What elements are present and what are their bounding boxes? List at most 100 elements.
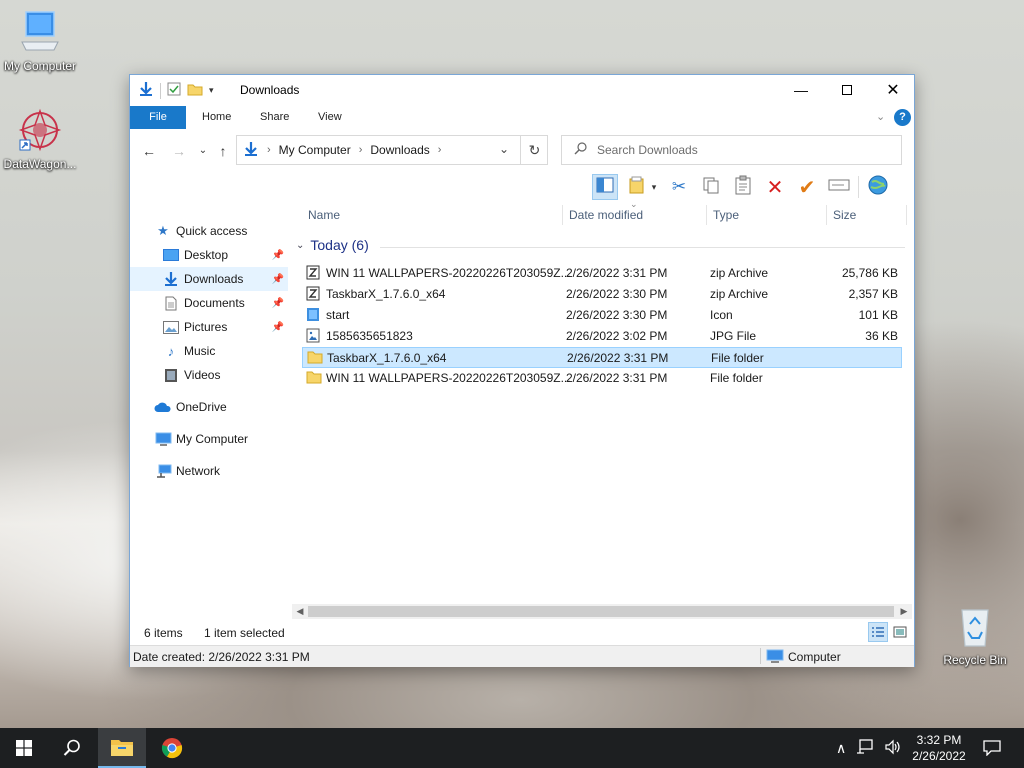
location-label: Computer [788, 650, 841, 664]
scroll-right-button[interactable]: ▶ [896, 604, 912, 619]
new-item-button[interactable]: ▾ [624, 174, 660, 200]
item-count: 6 items [144, 626, 183, 640]
horizontal-scrollbar[interactable]: ◀ ▶ [292, 604, 912, 619]
minimize-button[interactable]: — [778, 75, 824, 105]
breadcrumb-separator-icon[interactable]: › [438, 144, 442, 156]
checkmark-icon: ✔ [798, 176, 816, 199]
customize-dropdown-icon[interactable]: ▾ [209, 85, 214, 96]
file-size: 36 KB [865, 329, 898, 343]
copy-button[interactable] [698, 174, 724, 200]
delete-button[interactable]: ✕ [762, 174, 788, 200]
preview-pane-button[interactable] [592, 174, 618, 200]
column-header-date[interactable]: Date modified [569, 203, 643, 227]
volume-icon[interactable] [884, 739, 902, 758]
breadcrumb-separator-icon[interactable]: › [267, 144, 271, 156]
properties-icon[interactable] [167, 82, 181, 99]
nav-quick-access[interactable]: ★ Quick access [154, 219, 312, 243]
refresh-icon: ↻ [528, 142, 541, 158]
apply-button[interactable]: ✔ [794, 174, 820, 200]
pane-layout-icon [596, 177, 614, 198]
nav-onedrive[interactable]: OneDrive [130, 395, 288, 419]
explorer-window[interactable]: ▾ Downloads — ✕ File Home Share View ⌄ ?… [129, 74, 915, 667]
column-divider[interactable] [706, 205, 707, 225]
start-button[interactable] [0, 728, 48, 768]
file-row[interactable]: TaskbarX_1.7.6.0_x64 2/26/2022 3:30 PM zip… [302, 284, 902, 305]
search-button[interactable] [48, 728, 96, 768]
file-row[interactable]: WIN 11 WALLPAPERS-20220226T203059Z... 2/2… [302, 368, 902, 389]
group-divider [380, 247, 905, 248]
column-divider[interactable] [826, 205, 827, 225]
search-input[interactable] [597, 143, 877, 157]
desktop-icon-recycle-bin[interactable]: Recycle Bin [935, 604, 1015, 667]
nav-downloads[interactable]: Downloads 📌 [130, 267, 288, 291]
file-size: 25,786 KB [841, 266, 898, 280]
nav-label: Pictures [184, 320, 228, 334]
nav-pictures[interactable]: Pictures 📌 [130, 315, 288, 339]
nav-label: Documents [184, 296, 245, 310]
recent-locations-button[interactable]: ⌄ [194, 142, 212, 160]
tab-file[interactable]: File [130, 106, 186, 129]
rename-button[interactable] [826, 174, 852, 200]
up-button[interactable]: ↑ [214, 142, 232, 160]
ico-file-icon [306, 307, 320, 322]
maximize-button[interactable] [824, 75, 870, 105]
scroll-left-button[interactable]: ◀ [292, 604, 308, 619]
pin-icon[interactable]: 📌 [272, 274, 284, 285]
windows-logo-icon [16, 740, 32, 756]
desktop-icon-datawagon[interactable]: DataWagon... [0, 108, 80, 171]
group-header-today[interactable]: ⌄ Today (6) [296, 237, 369, 253]
nav-videos[interactable]: Videos [130, 363, 288, 387]
pin-icon[interactable]: 📌 [272, 298, 284, 309]
breadcrumb-downloads[interactable]: Downloads [370, 143, 429, 157]
new-folder-icon[interactable] [187, 82, 203, 99]
tab-share[interactable]: Share [248, 106, 301, 129]
breadcrumb-separator-icon[interactable]: › [359, 144, 363, 156]
address-dropdown-icon[interactable]: ⌄ [499, 142, 509, 156]
show-hidden-icons-button[interactable]: ∧ [836, 740, 846, 757]
action-center-button[interactable] [968, 728, 1016, 768]
close-button[interactable]: ✕ [870, 75, 916, 105]
nav-network[interactable]: Network [130, 459, 288, 483]
file-row[interactable]: start 2/26/2022 3:30 PM Icon 101 KB [302, 305, 902, 326]
file-type: File folder [710, 371, 763, 385]
nav-my-computer[interactable]: My Computer [130, 427, 288, 451]
taskbar-clock[interactable]: 3:32 PM 2/26/2022 [904, 732, 974, 764]
nav-documents[interactable]: Documents 📌 [130, 291, 288, 315]
tab-view[interactable]: View [306, 106, 354, 129]
recycle-bin-icon [935, 604, 1015, 651]
address-bar[interactable]: › My Computer › Downloads › ⌄ [236, 135, 548, 165]
pin-icon[interactable]: 📌 [272, 250, 284, 261]
column-divider[interactable] [562, 205, 563, 225]
paste-button[interactable] [730, 174, 756, 200]
file-type: JPG File [710, 329, 757, 343]
column-header-name[interactable]: Name [308, 203, 340, 227]
refresh-button[interactable]: ↻ [520, 135, 548, 165]
forward-button[interactable]: → [170, 142, 188, 160]
title-bar[interactable]: ▾ Downloads — ✕ [130, 75, 914, 105]
back-button[interactable]: ← [140, 142, 158, 160]
file-row[interactable]: TaskbarX_1.7.6.0_x64 2/26/2022 3:31 PM Fil… [302, 347, 902, 368]
file-date: 2/26/2022 3:31 PM [566, 371, 668, 385]
scroll-thumb[interactable] [308, 606, 894, 617]
expand-ribbon-icon[interactable]: ⌄ [876, 110, 885, 123]
column-header-size[interactable]: Size [833, 203, 856, 227]
nav-desktop[interactable]: Desktop 📌 [130, 243, 288, 267]
desktop-icon-my-computer[interactable]: My Computer [0, 10, 80, 73]
globe-button[interactable] [865, 174, 891, 200]
details-view-button[interactable] [868, 622, 888, 642]
cut-button[interactable]: ✂ [666, 174, 692, 200]
network-status-icon[interactable] [856, 738, 874, 758]
column-header-type[interactable]: Type [713, 203, 739, 227]
nav-music[interactable]: ♪ Music [130, 339, 288, 363]
chrome-taskbar-button[interactable] [148, 728, 196, 768]
breadcrumb-my-computer[interactable]: My Computer [279, 143, 351, 157]
file-row[interactable]: WIN 11 WALLPAPERS-20220226T203059Z... 2/2… [302, 263, 902, 284]
search-box[interactable] [561, 135, 902, 165]
tab-home[interactable]: Home [190, 106, 243, 129]
pin-icon[interactable]: 📌 [272, 322, 284, 333]
file-row[interactable]: 1585635651823 2/26/2022 3:02 PM JPG File 36… [302, 326, 902, 347]
help-icon[interactable]: ? [894, 109, 911, 126]
large-icons-view-button[interactable] [890, 622, 910, 642]
column-divider[interactable] [906, 205, 907, 225]
file-explorer-taskbar-button[interactable] [98, 728, 146, 768]
